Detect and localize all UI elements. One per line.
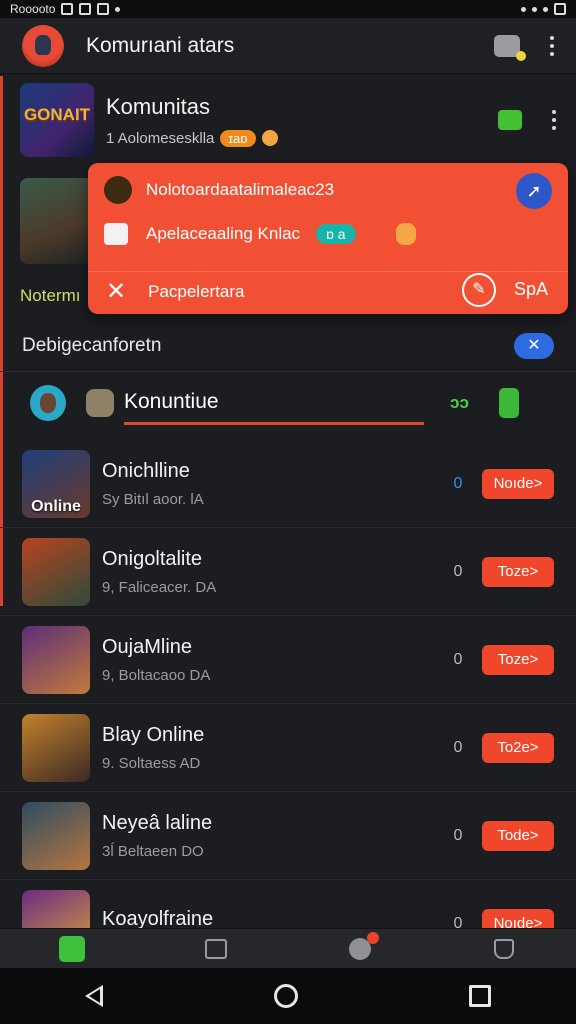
notification-popup: Nolotoardaatalimaleac23 ➚ Apelaceaaling … [88,163,568,314]
popup-line-1: Nolotoardaatalimaleac23 [146,180,335,199]
tab-row: Konuntiue ɔɔ [0,374,576,432]
message-icon [79,3,92,15]
popup-game-icon [104,176,132,204]
game-action-button[interactable]: Noıde> [482,468,554,499]
game-thumbnail [22,625,90,694]
game-action-button[interactable]: Toze> [482,644,554,675]
battery-icon [554,3,566,15]
game-action-button[interactable]: Toze> [482,556,554,587]
recents-icon[interactable] [468,985,491,1007]
system-navigation [0,968,576,1024]
community-badge: ɪaɒ [220,129,256,147]
microphone-icon [349,931,379,960]
game-list-item[interactable]: Online Onichlline Sy Bitıl aoor. lA 0 Noıde> [0,440,576,528]
app-avatar[interactable] [22,24,64,67]
game-title: Onichlline [102,459,190,482]
popup-row-2[interactable]: Apelaceaaling Knlac ɒ a [88,218,568,250]
section-header: Debigecanforetn ✕ [0,320,576,372]
community-header[interactable]: GONAIT Komunitas 1 Aolomesesklla ɪaɒ [0,76,576,164]
tab-green-label[interactable]: ɔɔ [450,393,469,413]
game-thumbnail: Online [22,449,90,518]
game-thumbnail [22,537,90,606]
popup-app-icon [104,223,128,245]
community-subtitle: 1 Aolomesesklla [106,129,215,147]
wifi-icon [532,6,537,12]
app-icon [97,3,110,15]
dot-icon [115,6,121,12]
game-count: 0 [453,474,463,492]
game-action-button[interactable]: Tode> [482,820,554,851]
popup-line-3: Pacpelertara [148,281,245,301]
popup-row-1[interactable]: Nolotoardaatalimaleac23 [88,175,568,205]
game-count: 0 [453,650,463,668]
emoji-icon [261,130,278,146]
notification-icon [61,3,74,15]
shield-icon [494,938,514,959]
game-subtitle: 9. Soltaess AD [102,754,201,772]
popup-line-2: Apelaceaaling Knlac [146,224,301,243]
game-list-item[interactable]: Neyeâ laline 3ĺ Beltaeen DO 0 Tode> [0,792,576,880]
game-count: 0 [453,826,463,844]
document-icon [205,938,227,959]
home-icon[interactable] [273,984,298,1008]
community-more-icon[interactable] [552,110,556,130]
back-icon[interactable] [85,985,104,1007]
share-icon[interactable]: ➚ [516,173,552,209]
mask-icon [86,389,114,417]
tab-community[interactable]: Konuntiue [124,390,424,425]
popup-pill: ɒ a [316,224,356,244]
game-count: 0 [453,562,463,580]
game-subtitle: 9, Faliceacer. DA [102,578,217,596]
popup-row-3: ✕ Pacpelertara [88,271,568,305]
camera-icon[interactable] [494,34,526,61]
popup-action-button[interactable]: SpA [514,279,548,300]
community-name: Komunitas [106,93,210,119]
community-logo-text: GONAIT [23,105,91,124]
game-thumbnail [22,713,90,782]
signal-icon [543,6,548,12]
section-title: Debigecanforetn [22,334,162,356]
game-title: Onigoltalite [102,547,203,570]
dismiss-toggle[interactable]: ✕ [514,332,554,359]
app-title: Komurıani atars [86,33,235,57]
game-thumbnail-caption: Online [31,497,81,515]
status-bar: Rooooto [0,0,576,18]
game-title: Blay Online [102,723,205,746]
app-bar: Komurıani atars [0,18,576,74]
edit-icon[interactable]: ✎ [462,273,496,307]
game-list-item[interactable]: Blay Online 9. Soltaess AD 0 To2e> [0,704,576,792]
game-count: 0 [453,738,463,756]
game-subtitle: 3ĺ Beltaeen DO [102,842,204,860]
game-subtitle: 9, Boltacaoo DA [102,666,211,684]
game-title: OujaMline [102,635,193,658]
popup-emoji-icon [395,223,416,245]
game-list-item[interactable]: Onigoltalite 9, Faliceacer. DA 0 Toze> [0,528,576,616]
game-title: Neyeâ laline [102,811,213,834]
game-controller-icon[interactable] [498,110,522,130]
games-icon [59,935,85,962]
close-icon[interactable]: ✕ [106,279,126,304]
bottom-nav [0,928,576,971]
bluetooth-icon [521,6,526,12]
featured-game-thumbnail[interactable] [20,178,94,264]
game-list-item[interactable]: OujaMline 9, Boltacaoo DA 0 Toze> [0,616,576,704]
game-subtitle: Sy Bitıl aoor. lA [102,490,204,508]
carrier-text: Rooooto [10,2,56,16]
notice-text: Notermı [20,286,81,305]
nav-profile[interactable] [484,932,524,966]
user-avatar[interactable] [30,385,66,421]
game-action-button[interactable]: To2e> [482,732,554,763]
leaderboard-icon[interactable] [498,388,519,418]
nav-games[interactable] [14,932,126,971]
nav-posts[interactable] [196,932,236,966]
more-menu-icon[interactable] [550,35,554,56]
nav-voice[interactable] [340,931,380,966]
game-thumbnail [22,801,90,870]
community-logo: GONAIT [20,83,94,157]
